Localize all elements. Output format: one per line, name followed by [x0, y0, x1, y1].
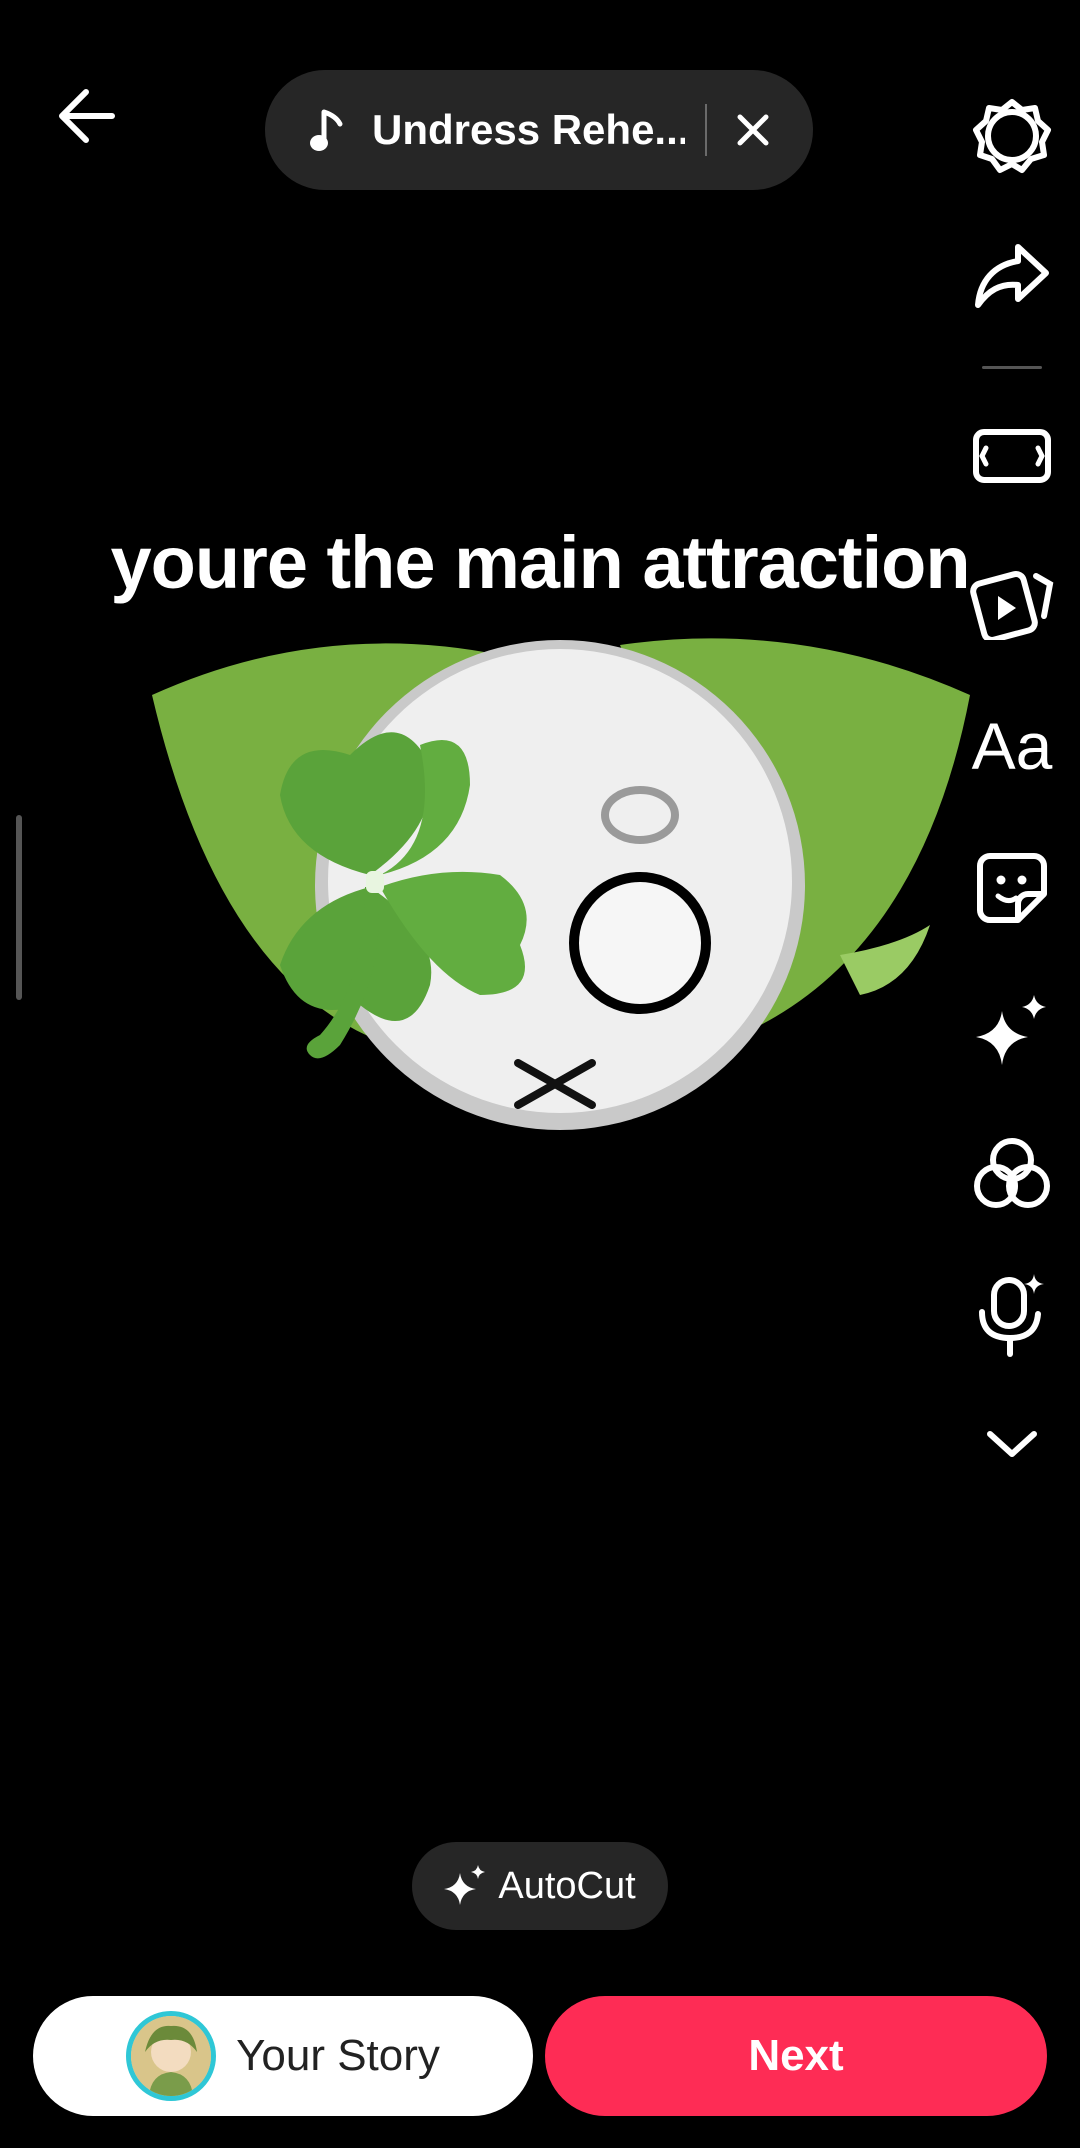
share-icon [975, 244, 1049, 308]
selected-sound-pill[interactable]: Undress Rehe... [265, 70, 813, 190]
text-icon: Aa [971, 709, 1053, 783]
clover-creature-sticker[interactable] [140, 625, 980, 1145]
autocut-button[interactable]: AutoCut [412, 1842, 668, 1930]
next-button[interactable]: Next [545, 1996, 1047, 2116]
next-label: Next [748, 2031, 844, 2080]
settings-icon [973, 99, 1051, 173]
rail-divider [982, 366, 1042, 369]
close-icon [737, 114, 769, 146]
back-arrow-icon [59, 89, 115, 143]
settings-button[interactable] [966, 90, 1058, 182]
filters-icon [974, 1138, 1050, 1208]
aspect-ratio-button[interactable] [966, 410, 1058, 502]
music-note-icon [310, 105, 350, 155]
scroll-indicator [16, 815, 22, 1000]
caption-text-overlay[interactable]: youre the main attraction [0, 520, 1080, 605]
more-tools-button[interactable] [966, 1398, 1058, 1490]
sticker-icon [977, 853, 1047, 923]
share-button[interactable] [966, 230, 1058, 322]
your-story-button[interactable]: Your Story [33, 1996, 533, 2116]
aspect-ratio-icon [973, 429, 1051, 483]
voice-effects-icon [979, 1274, 1044, 1357]
divider [705, 104, 707, 156]
sparkles-icon [976, 995, 1046, 1065]
avatar [126, 2011, 217, 2101]
sparkles-icon [444, 1865, 486, 1905]
sound-title: Undress Rehe... [372, 106, 685, 153]
voice-effects-button[interactable] [966, 1270, 1058, 1362]
remove-sound-button[interactable] [733, 110, 773, 150]
your-story-label: Your Story [236, 2031, 440, 2080]
chevron-down-icon [987, 1431, 1037, 1457]
autocut-label: AutoCut [498, 1864, 636, 1907]
back-button[interactable] [50, 80, 122, 152]
